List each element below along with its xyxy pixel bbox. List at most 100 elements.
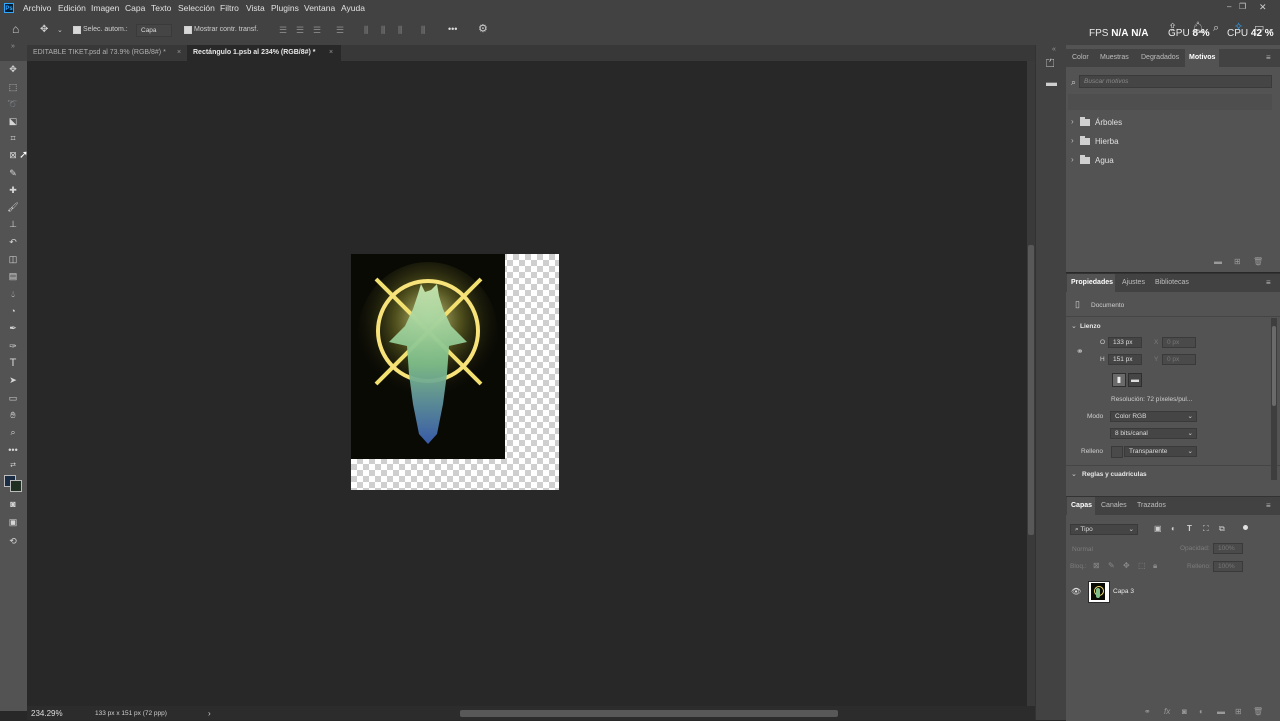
blur-tool-icon[interactable]: 💧︎: [7, 288, 19, 300]
align-middle-icon[interactable]: ⫼: [381, 25, 385, 35]
align-center-h-icon[interactable]: ☰: [296, 25, 304, 35]
align-left-icon[interactable]: ☰: [279, 25, 287, 35]
collapse-dock-icon[interactable]: «: [1052, 45, 1056, 55]
menu-edicion[interactable]: Edición: [58, 3, 86, 13]
notifications-bell-icon[interactable]: 🔔︎: [1191, 23, 1205, 34]
menu-imagen[interactable]: Imagen: [91, 3, 119, 13]
settings-gear-icon[interactable]: ⚙: [478, 24, 488, 35]
chevron-down-icon[interactable]: ⌄: [1071, 470, 1077, 478]
layer-effects-icon[interactable]: fx: [1164, 707, 1170, 716]
x-input[interactable]: 0 px: [1162, 337, 1196, 348]
close-tab-icon[interactable]: ×: [177, 45, 181, 60]
brush-tool-icon[interactable]: 🖌︎: [7, 201, 19, 213]
new-group-icon[interactable]: ▬: [1214, 257, 1222, 266]
background-color-swatch[interactable]: [10, 480, 22, 492]
menu-plugins[interactable]: Plugins: [271, 3, 299, 13]
panel-menu-icon[interactable]: ≡: [1262, 274, 1275, 292]
auto-select-dropdown[interactable]: Capa: [136, 24, 172, 37]
more-tools-icon[interactable]: •••: [7, 444, 19, 456]
landscape-orientation-button[interactable]: ▬: [1128, 373, 1142, 387]
workspace-icon[interactable]: ▭: [1254, 23, 1264, 34]
dodge-tool-icon[interactable]: ◔: [7, 305, 19, 317]
opacity-input[interactable]: 100%: [1213, 543, 1243, 554]
close-tab-icon[interactable]: ×: [329, 45, 333, 60]
tab-canales[interactable]: Canales: [1097, 497, 1131, 515]
menu-capa[interactable]: Capa: [125, 3, 145, 13]
new-layer-icon[interactable]: ⊞: [1235, 707, 1242, 716]
folder-agua[interactable]: › Agua: [1066, 152, 1280, 170]
swap-colors-icon[interactable]: ⇄: [7, 460, 19, 472]
lock-all-icon[interactable]: 🔒︎: [1153, 561, 1157, 571]
filter-adjustment-icon[interactable]: ◐: [1171, 524, 1176, 533]
menu-archivo[interactable]: Archivo: [23, 3, 51, 13]
workspace-chevron-icon[interactable]: ⌄: [1268, 24, 1275, 34]
search-patterns-input[interactable]: Buscar motivos: [1079, 75, 1272, 88]
lock-position-icon[interactable]: ✥: [1123, 561, 1130, 570]
crop-tool-icon[interactable]: ⌗: [7, 132, 19, 144]
add-mask-icon[interactable]: ◙: [1182, 707, 1187, 716]
properties-scroll-thumb[interactable]: [1272, 326, 1276, 406]
zoom-level[interactable]: 234.29%: [31, 709, 63, 718]
auto-select-checkbox[interactable]: [73, 26, 81, 34]
quick-mask-icon[interactable]: ◙: [7, 498, 19, 510]
lasso-tool-icon[interactable]: ➰: [7, 98, 19, 110]
vertical-scroll-thumb[interactable]: [1028, 245, 1034, 535]
search-icon[interactable]: ⌕: [1213, 23, 1219, 34]
chevron-right-icon[interactable]: ›: [1071, 117, 1074, 126]
menu-ayuda[interactable]: Ayuda: [341, 3, 365, 13]
chevron-right-icon[interactable]: ›: [1071, 136, 1074, 145]
clone-stamp-tool-icon[interactable]: ⊥: [7, 218, 19, 230]
section-reglas[interactable]: Reglas y cuadrículas: [1082, 471, 1147, 478]
gradient-tool-icon[interactable]: ▤: [7, 270, 19, 282]
delete-icon[interactable]: 🗑︎: [1253, 257, 1263, 266]
filter-pixel-icon[interactable]: ▣: [1154, 524, 1162, 533]
rectangle-tool-icon[interactable]: ▭: [7, 392, 19, 404]
path-select-tool-icon[interactable]: ➤: [7, 374, 19, 386]
link-icon[interactable]: ⚭: [1076, 346, 1084, 356]
tab-editable-tiket[interactable]: EDITABLE TIKET.psd al 73.9% (RGB/8#) * ×: [27, 45, 187, 61]
distribute-icon[interactable]: ☰: [336, 25, 344, 35]
tab-degradados[interactable]: Degradados: [1137, 49, 1183, 67]
menu-texto[interactable]: Texto: [151, 3, 171, 13]
show-transform-checkbox[interactable]: [184, 26, 192, 34]
more-options-button[interactable]: •••: [448, 24, 457, 34]
fill-dropdown[interactable]: Transparente ⌄: [1124, 446, 1197, 457]
type-tool-icon[interactable]: T: [7, 357, 19, 369]
eraser-tool-icon[interactable]: ◫: [7, 253, 19, 265]
layer-row[interactable]: 👁︎ Capa 3: [1066, 579, 1280, 603]
move-tool-icon[interactable]: ✥: [7, 63, 19, 75]
lock-transparency-icon[interactable]: ⊠: [1093, 561, 1100, 570]
frame-tool-icon[interactable]: ⊠: [7, 149, 19, 161]
mode-dropdown[interactable]: Color RGB ⌄: [1110, 411, 1197, 422]
fill-swatch[interactable]: [1111, 446, 1123, 458]
lock-image-icon[interactable]: ✎: [1108, 561, 1115, 570]
panel-menu-icon[interactable]: ≡: [1262, 497, 1275, 515]
menu-ventana[interactable]: Ventana: [304, 3, 335, 13]
comments-icon[interactable]: ▬: [1046, 78, 1057, 89]
filter-shape-icon[interactable]: ⛶: [1203, 524, 1209, 534]
minimize-icon[interactable]: –: [1227, 2, 1231, 12]
pen-tool-icon[interactable]: ✒: [7, 322, 19, 334]
discover-icon[interactable]: ✧: [1234, 22, 1243, 33]
filter-toggle-icon[interactable]: [1243, 525, 1248, 530]
link-layers-icon[interactable]: ⚭: [1144, 707, 1151, 716]
chevron-right-icon[interactable]: ›: [1071, 155, 1074, 164]
align-bottom-icon[interactable]: ⫼: [398, 25, 402, 35]
maximize-icon[interactable]: ❐: [1239, 2, 1246, 12]
status-arrow-icon[interactable]: ›: [208, 709, 211, 718]
width-input[interactable]: 133 px: [1108, 337, 1142, 348]
eyedropper-tool-icon[interactable]: ✎: [7, 167, 19, 179]
delete-layer-icon[interactable]: 🗑︎: [1253, 707, 1263, 716]
healing-brush-tool-icon[interactable]: ✚: [7, 184, 19, 196]
collapse-toolbar-icon[interactable]: »: [11, 42, 15, 52]
chevron-down-icon[interactable]: ⌄: [1071, 322, 1077, 330]
bits-dropdown[interactable]: 8 bits/canal ⌄: [1110, 428, 1197, 439]
y-input[interactable]: 0 px: [1162, 354, 1196, 365]
new-group-icon[interactable]: ▬: [1217, 707, 1225, 716]
object-select-tool-icon[interactable]: ⬕: [7, 115, 19, 127]
tab-trazados[interactable]: Trazados: [1133, 497, 1170, 515]
tab-rectangulo[interactable]: Rectángulo 1.psb al 234% (RGB/8#) * ×: [187, 45, 341, 61]
tab-bibliotecas[interactable]: Bibliotecas: [1151, 274, 1193, 292]
folder-hierba[interactable]: › Hierba: [1066, 133, 1280, 151]
horizontal-scroll-thumb[interactable]: [460, 710, 838, 717]
